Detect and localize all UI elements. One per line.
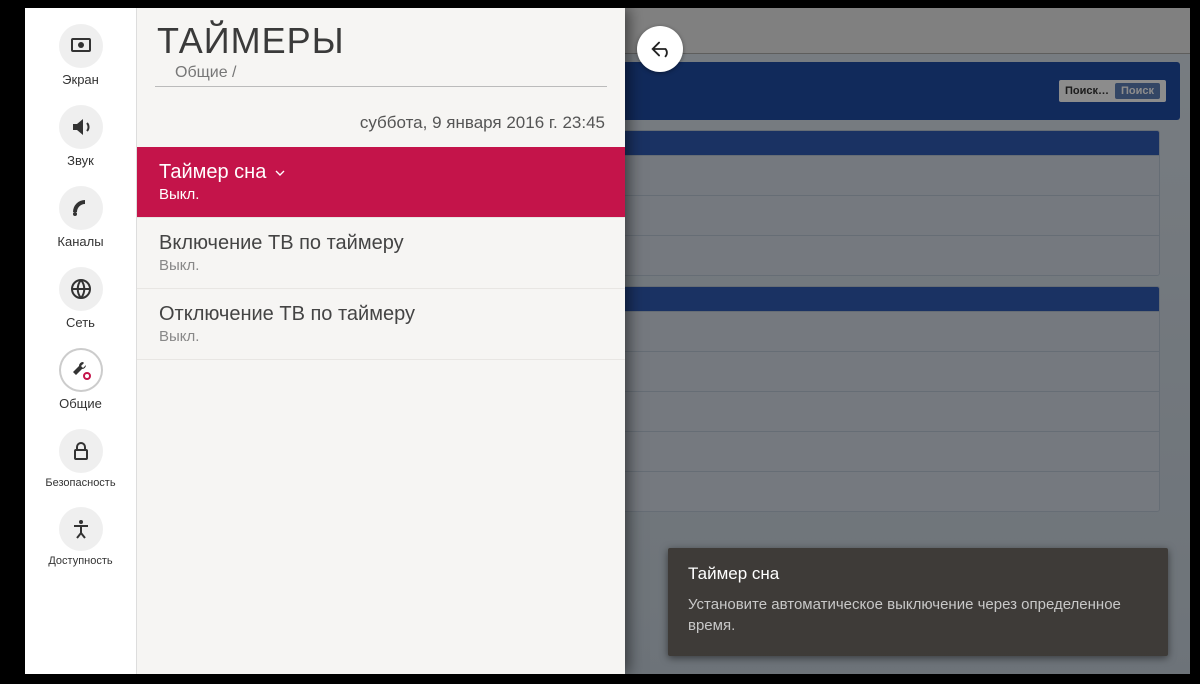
help-body: Установите автоматическое выключение чер… [688, 594, 1148, 636]
help-title: Таймер сна [688, 564, 1148, 584]
globe-icon [59, 267, 103, 311]
sidebar-item-channels[interactable]: Каналы [25, 176, 136, 257]
option-sleep-timer[interactable]: Таймер сна Выкл. [137, 147, 625, 218]
page-title: ТАЙМЕРЫ [137, 16, 625, 62]
option-power-on-timer[interactable]: Включение ТВ по таймеру Выкл. [137, 218, 625, 289]
option-value: Выкл. [159, 328, 603, 345]
accessibility-icon [59, 507, 103, 551]
sidebar-item-label: Сеть [27, 315, 134, 330]
sidebar-item-screen[interactable]: Экран [25, 14, 136, 95]
settings-sidebar: Экран Звук Каналы Сеть [25, 8, 137, 674]
screen-icon [59, 24, 103, 68]
datetime-label: суббота, 9 января 2016 г. 23:45 [137, 87, 625, 147]
wrench-gear-icon [59, 348, 103, 392]
sidebar-item-label: Общие [27, 396, 134, 411]
sidebar-item-label: Безопасность [27, 477, 134, 489]
sidebar-item-network[interactable]: Сеть [25, 257, 136, 338]
back-button[interactable] [637, 26, 683, 72]
settings-panel: Экран Звук Каналы Сеть [25, 8, 625, 674]
search-button-bg: Поиск [1115, 83, 1160, 99]
sidebar-item-label: Экран [27, 72, 134, 87]
sidebar-item-label: Доступность [27, 555, 134, 567]
option-title: Таймер сна [159, 161, 266, 184]
forum-search: Поиск… Поиск [1059, 80, 1166, 102]
sidebar-item-label: Звук [27, 153, 134, 168]
chevron-down-icon [272, 165, 288, 181]
sidebar-item-accessibility[interactable]: Доступность [25, 497, 136, 575]
sidebar-item-general[interactable]: Общие [25, 338, 136, 419]
satellite-icon [59, 186, 103, 230]
sidebar-item-security[interactable]: Безопасность [25, 419, 136, 497]
back-arrow-icon [649, 38, 671, 60]
option-title: Отключение ТВ по таймеру [159, 303, 415, 326]
lock-icon [59, 429, 103, 473]
sidebar-item-sound[interactable]: Звук [25, 95, 136, 176]
sidebar-item-label: Каналы [27, 234, 134, 249]
option-title: Включение ТВ по таймеру [159, 232, 404, 255]
option-value: Выкл. [159, 257, 603, 274]
search-placeholder: Поиск… [1065, 85, 1109, 97]
settings-content: ТАЙМЕРЫ Общие / суббота, 9 января 2016 г… [137, 8, 625, 674]
option-value: Выкл. [159, 186, 603, 203]
option-power-off-timer[interactable]: Отключение ТВ по таймеру Выкл. [137, 289, 625, 360]
breadcrumb: Общие / [155, 62, 607, 87]
sound-icon [59, 105, 103, 149]
help-toast: Таймер сна Установите автоматическое вык… [668, 548, 1168, 656]
